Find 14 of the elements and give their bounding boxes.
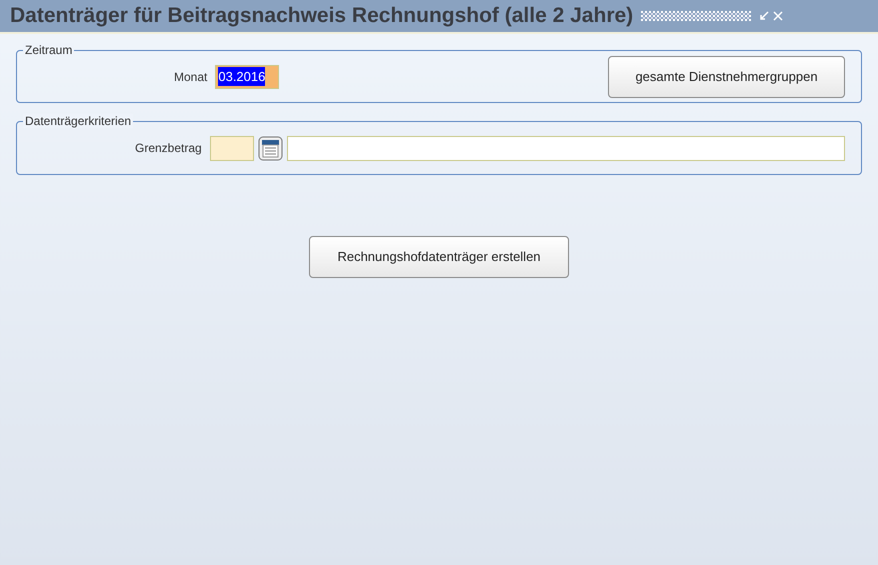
window-title: Datenträger für Beitragsnachweis Rechnungshof (alle 2 Jahre) [10, 3, 634, 30]
limit-label: Grenzbetrag [135, 140, 202, 157]
month-label: Monat [174, 68, 208, 86]
minimize-icon[interactable] [759, 11, 770, 21]
groups-button[interactable]: gesamte Dienstnehmergruppen [608, 56, 845, 98]
text-field[interactable] [286, 136, 845, 160]
close-icon[interactable] [773, 11, 784, 21]
group-legend: Zeitraum [23, 43, 74, 57]
group-legend: Datenträgerkriterien [23, 114, 134, 128]
month-field[interactable]: 03.2016 [215, 64, 280, 88]
grip-icon [641, 11, 752, 21]
create-button[interactable]: Rechnungshofdatenträger erstellen [309, 236, 569, 278]
list-icon[interactable] [258, 136, 283, 160]
limit-field[interactable] [210, 136, 254, 160]
